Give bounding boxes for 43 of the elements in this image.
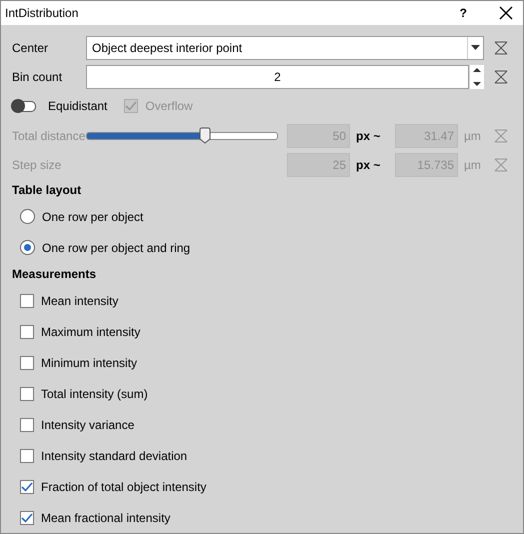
- close-icon[interactable]: [499, 6, 513, 20]
- window-title: IntDistribution: [5, 6, 80, 20]
- checkbox-label: Total intensity (sum): [41, 386, 148, 400]
- unit-label: px ~: [355, 128, 382, 142]
- radio-button[interactable]: [20, 209, 35, 224]
- field-label: Center: [12, 40, 50, 54]
- bin-count-field[interactable]: 2: [86, 64, 469, 88]
- slider-thumb[interactable]: [199, 127, 212, 144]
- toggle-label: Equidistant: [48, 99, 108, 113]
- distance-slider[interactable]: [86, 127, 278, 144]
- checkbox-label: Intensity standard deviation: [41, 448, 188, 462]
- help-button[interactable]: ?: [456, 6, 471, 20]
- checkbox[interactable]: [20, 294, 34, 308]
- center-dropdown[interactable]: Object deepest interior point: [86, 36, 484, 60]
- checkbox[interactable]: [20, 386, 34, 400]
- checkbox[interactable]: [20, 480, 34, 494]
- dropdown-arrow-icon: [471, 45, 480, 50]
- section-title: Measurements: [12, 266, 98, 283]
- checkbox-label: Maximum intensity: [41, 324, 140, 338]
- checkbox[interactable]: [20, 356, 34, 370]
- field-label: Step size: [12, 158, 62, 172]
- checkbox[interactable]: [20, 418, 34, 432]
- checkbox[interactable]: [20, 510, 34, 524]
- reset-icon[interactable]: [493, 40, 509, 56]
- checkbox-label: Mean fractional intensity: [41, 510, 170, 524]
- checkbox[interactable]: [20, 324, 34, 338]
- checkbox-label: Intensity variance: [41, 418, 134, 432]
- radio-label: One row per object and ring: [42, 240, 190, 254]
- checkbox-label: Mean intensity: [41, 294, 118, 308]
- section-title: Table layout: [12, 182, 82, 199]
- field-label: Bin count: [12, 70, 64, 84]
- checkbox-label: Fraction of total object intensity: [41, 480, 206, 494]
- checkbox-label: Minimum intensity: [41, 356, 138, 370]
- radio-label: One row per object: [42, 210, 144, 224]
- unit-label: µm: [463, 128, 482, 142]
- field-label: Total distance: [12, 128, 86, 142]
- checkbox-label: Overflow: [145, 99, 193, 113]
- radio-button[interactable]: [20, 240, 35, 255]
- unit-label: px ~: [355, 158, 382, 172]
- equidistant-toggle[interactable]: [12, 100, 36, 112]
- reset-icon[interactable]: [493, 68, 509, 84]
- unit-label: µm: [463, 158, 482, 172]
- checkbox[interactable]: [20, 448, 34, 462]
